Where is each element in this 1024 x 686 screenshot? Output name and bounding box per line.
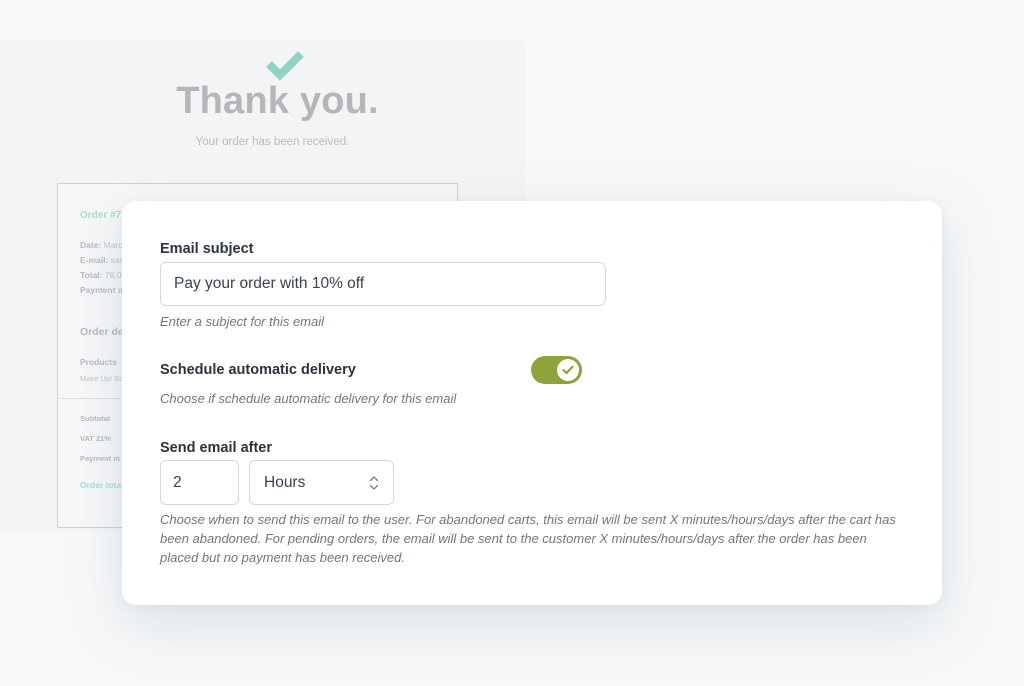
order-email-row: E-mail: sar	[80, 255, 123, 265]
product-name: Make Up! Bo	[80, 374, 124, 383]
order-total-label: Total:	[80, 270, 103, 280]
email-settings-card: Email subject Pay your order with 10% of…	[122, 201, 942, 605]
email-subject-label: Email subject	[160, 241, 254, 257]
order-date-row: Date: Marc	[80, 240, 123, 250]
order-total-row: Total: 78,0	[80, 270, 121, 280]
payment-method-label: Payment m	[80, 454, 121, 463]
vat-label: VAT 21%	[80, 434, 111, 443]
screen: Thank you. Your order has been received.…	[0, 0, 1024, 686]
order-total-label: Order tota	[80, 480, 122, 490]
send-after-help: Choose when to send this email to the us…	[160, 512, 896, 565]
order-number: Order #7	[80, 210, 122, 221]
order-payment-row: Payment m	[80, 285, 125, 295]
send-after-unit-select[interactable]: Hours	[249, 460, 394, 505]
order-total-value: 78,0	[104, 270, 122, 280]
divider	[58, 398, 122, 399]
order-details-heading: Order de	[80, 326, 124, 338]
check-icon	[562, 365, 574, 375]
order-email-value: sar	[110, 255, 123, 265]
checkmark-icon	[266, 51, 304, 81]
send-after-label: Send email after	[160, 440, 273, 456]
select-updown-icon	[369, 476, 379, 490]
subtotal-label: Subtotal	[80, 414, 110, 423]
schedule-delivery-label: Schedule automatic delivery	[160, 362, 356, 378]
schedule-delivery-toggle[interactable]	[531, 356, 582, 384]
toggle-knob	[557, 359, 579, 381]
products-label: Products	[80, 357, 117, 367]
send-after-unit-value: Hours	[264, 474, 306, 491]
order-date-value: Marc	[103, 240, 123, 250]
send-after-amount-input[interactable]: 2	[160, 460, 239, 505]
schedule-delivery-help: Choose if schedule automatic delivery fo…	[160, 391, 457, 406]
thank-you-title: Thank you.	[176, 80, 379, 122]
order-email-label: E-mail:	[80, 255, 109, 265]
order-payment-label: Payment m	[80, 285, 126, 295]
thank-you-subtitle: Your order has been received.	[195, 136, 350, 148]
email-subject-help: Enter a subject for this email	[160, 314, 325, 329]
order-date-label: Date:	[80, 240, 102, 250]
email-subject-input[interactable]: Pay your order with 10% off	[160, 262, 606, 306]
